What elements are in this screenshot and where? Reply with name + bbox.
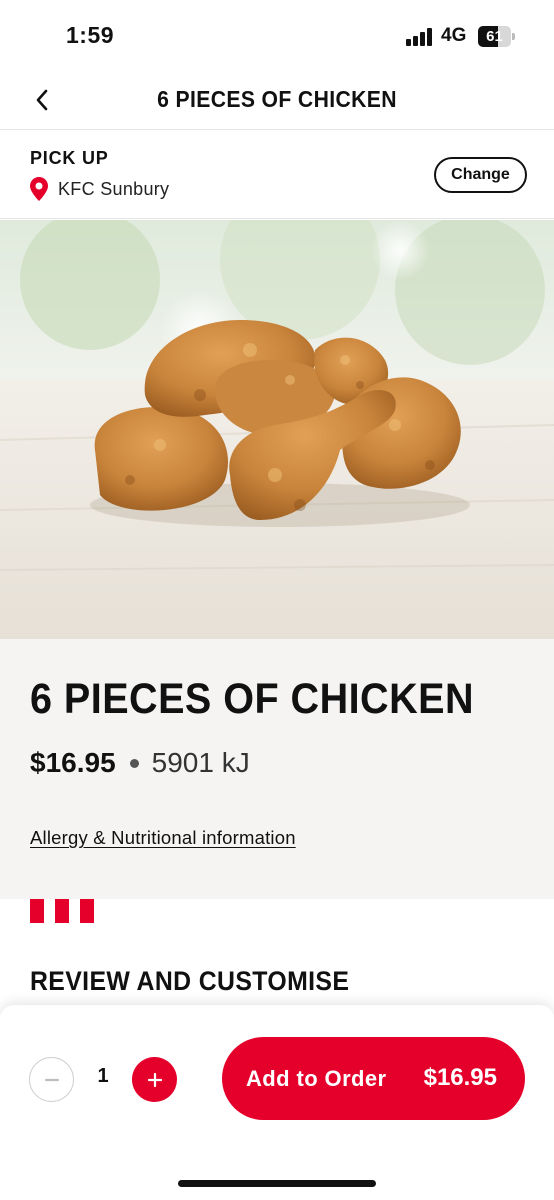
home-indicator[interactable] [178,1180,376,1187]
battery-level: 61 [486,28,503,45]
nav-header: 6 PIECES OF CHICKEN [0,70,554,130]
increase-quantity-button[interactable] [132,1057,177,1102]
brand-stripes [30,899,94,923]
location-pin-icon [30,177,48,201]
add-to-order-label: Add to Order [246,1066,387,1091]
plus-icon [147,1072,162,1087]
quantity-value: 1 [97,1065,109,1087]
product-energy: 5901 kJ [151,747,250,778]
page-title: 6 PIECES OF CHICKEN [157,86,397,112]
order-bar: 1 Add to Order $16.95 [0,1005,554,1153]
price-row: $16.95 5901 kJ [30,747,250,779]
product-title: 6 PIECES OF CHICKEN [30,675,474,723]
bottom-area [0,1153,554,1200]
review-section-title: REVIEW AND CUSTOMISE [30,966,350,996]
minus-icon [44,1078,59,1081]
status-time: 1:59 [66,22,115,48]
signal-strength-icon [406,28,434,46]
status-bar: 1:59 4G 61 [0,0,554,70]
product-info: 6 PIECES OF CHICKEN $16.95 5901 kJ Aller… [0,639,554,899]
network-type: 4G [441,25,467,46]
add-to-order-price: $16.95 [423,1064,497,1091]
product-price: $16.95 [30,747,116,778]
add-to-order-button[interactable]: Add to Order $16.95 [222,1037,525,1120]
store-name: KFC Sunbury [58,178,170,199]
battery-icon: 61 [478,26,515,47]
pickup-store: KFC Sunbury [30,177,169,201]
separator-dot [129,758,139,768]
pickup-label: PICK UP [30,148,109,168]
change-store-button[interactable]: Change [434,157,527,193]
decrease-quantity-button[interactable] [29,1057,74,1102]
product-image [0,220,554,639]
allergy-nutrition-link[interactable]: Allergy & Nutritional information [30,827,296,849]
pickup-section: PICK UP KFC Sunbury Change [0,131,554,219]
